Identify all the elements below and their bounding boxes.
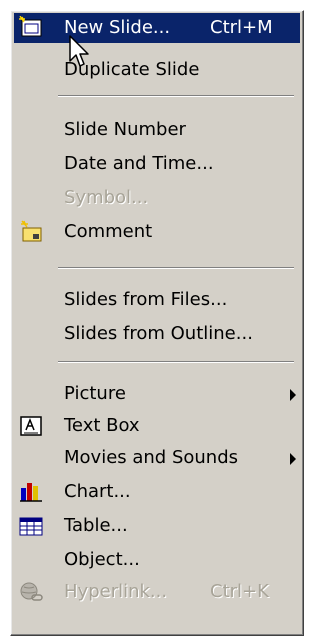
comment-icon	[21, 220, 42, 242]
menu-item-picture[interactable]: Picture	[14, 379, 300, 409]
picture-label: Picture	[64, 383, 126, 404]
menu-item-hyperlink[interactable]: Hyperlink... Ctrl+K	[14, 577, 300, 607]
submenu-arrow-icon	[290, 389, 296, 401]
menu-item-duplicate-slide[interactable]: Duplicate Slide	[14, 55, 300, 85]
menu-item-slides-from-outline[interactable]: Slides from Outline...	[14, 319, 300, 349]
chart-label: Chart...	[64, 481, 131, 502]
menu-item-new-slide[interactable]: New Slide... Ctrl+M	[14, 13, 300, 43]
menu-item-comment[interactable]: Comment	[14, 217, 300, 247]
slides-from-files-label: Slides from Files...	[64, 289, 228, 310]
table-icon	[19, 517, 43, 536]
menu-item-movies-and-sounds[interactable]: Movies and Sounds	[14, 443, 300, 473]
slides-from-outline-label: Slides from Outline...	[64, 323, 253, 344]
menu-item-table[interactable]: Table...	[14, 511, 300, 541]
new-slide-icon	[19, 16, 42, 37]
menu-separator	[58, 361, 294, 363]
insert-menu: New Slide... Ctrl+M Duplicate Slide Slid…	[10, 10, 304, 636]
submenu-arrow-icon	[290, 453, 296, 465]
text-box-icon	[20, 416, 42, 436]
menu-item-chart[interactable]: Chart...	[14, 477, 300, 507]
menu-item-object[interactable]: Object...	[14, 545, 300, 575]
symbol-label: Symbol...	[64, 187, 149, 208]
table-label: Table...	[64, 515, 128, 536]
date-and-time-label: Date and Time...	[64, 153, 214, 174]
comment-label: Comment	[64, 221, 153, 242]
menu-item-text-box[interactable]: Text Box	[14, 411, 300, 441]
object-label: Object...	[64, 549, 140, 570]
menu-separator	[58, 95, 294, 97]
menu-item-slide-number[interactable]: Slide Number	[14, 115, 300, 145]
slide-number-label: Slide Number	[64, 119, 186, 140]
movies-and-sounds-label: Movies and Sounds	[64, 447, 239, 468]
menu-item-date-and-time[interactable]: Date and Time...	[14, 149, 300, 179]
new-slide-shortcut: Ctrl+M	[210, 17, 273, 38]
hyperlink-label: Hyperlink...	[64, 581, 168, 602]
chart-icon	[20, 483, 42, 502]
mouse-pointer-icon	[69, 35, 89, 67]
menu-item-slides-from-files[interactable]: Slides from Files...	[14, 285, 300, 315]
menu-item-symbol[interactable]: Symbol...	[14, 183, 300, 213]
hyperlink-icon	[20, 582, 43, 601]
text-box-label: Text Box	[64, 415, 140, 436]
hyperlink-shortcut: Ctrl+K	[210, 581, 269, 602]
menu-separator	[58, 267, 294, 269]
